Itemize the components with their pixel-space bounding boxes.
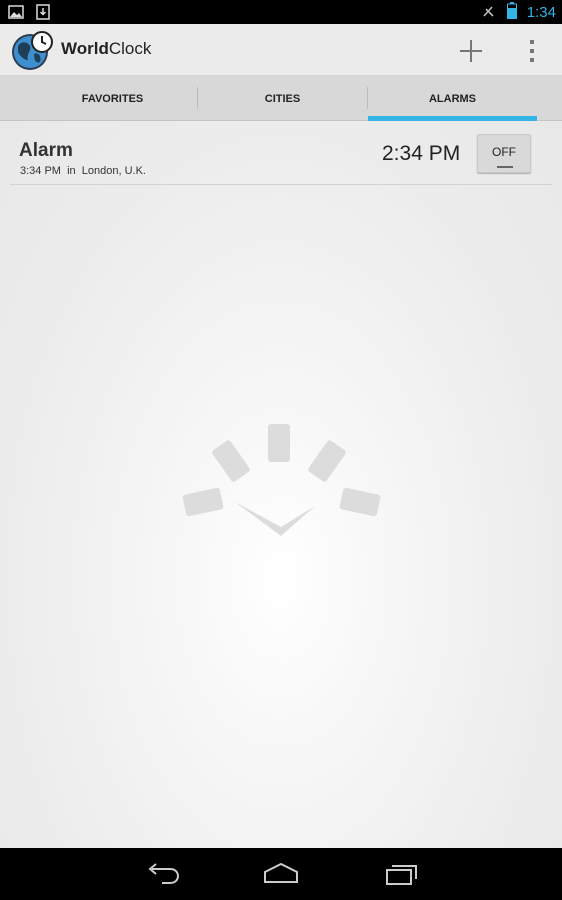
alarm-toggle-button[interactable]: OFF — [477, 134, 531, 173]
alarm-time: 2:34 PM — [382, 142, 461, 165]
gallery-notification-icon — [8, 4, 24, 24]
tab-bar: FAVORITES CITIES ALARMS — [0, 76, 562, 121]
add-icon[interactable] — [454, 34, 488, 68]
battery-icon — [506, 2, 517, 23]
navigation-bar — [0, 848, 562, 900]
no-signal-icon — [481, 3, 497, 23]
back-icon[interactable] — [142, 858, 182, 890]
home-icon[interactable] — [261, 858, 301, 890]
status-bar: 1:34 — [0, 0, 562, 24]
tab-favorites[interactable]: FAVORITES — [28, 76, 197, 121]
alarms-list: Alarm 3:34 PM in London, U.K. 2:34 PM OF… — [0, 121, 562, 848]
status-time: 1:34 — [526, 4, 556, 21]
tab-alarms[interactable]: ALARMS — [368, 76, 537, 121]
alarm-list-item[interactable]: Alarm 3:34 PM in London, U.K. 2:34 PM OF… — [10, 129, 552, 185]
alarm-name: Alarm — [19, 140, 73, 161]
action-bar: WorldClock — [0, 24, 562, 76]
sunrise-watermark-icon — [175, 424, 387, 546]
recent-apps-icon[interactable] — [381, 858, 421, 890]
app-title: WorldClock — [61, 39, 152, 58]
alarm-detail: 3:34 PM in London, U.K. — [20, 165, 146, 177]
overflow-menu-icon[interactable] — [520, 34, 544, 68]
toggle-indicator — [497, 166, 513, 168]
worldclock-logo-icon[interactable] — [10, 28, 54, 72]
tab-cities[interactable]: CITIES — [198, 76, 367, 121]
download-notification-icon — [36, 4, 50, 24]
toggle-label: OFF — [492, 145, 516, 159]
